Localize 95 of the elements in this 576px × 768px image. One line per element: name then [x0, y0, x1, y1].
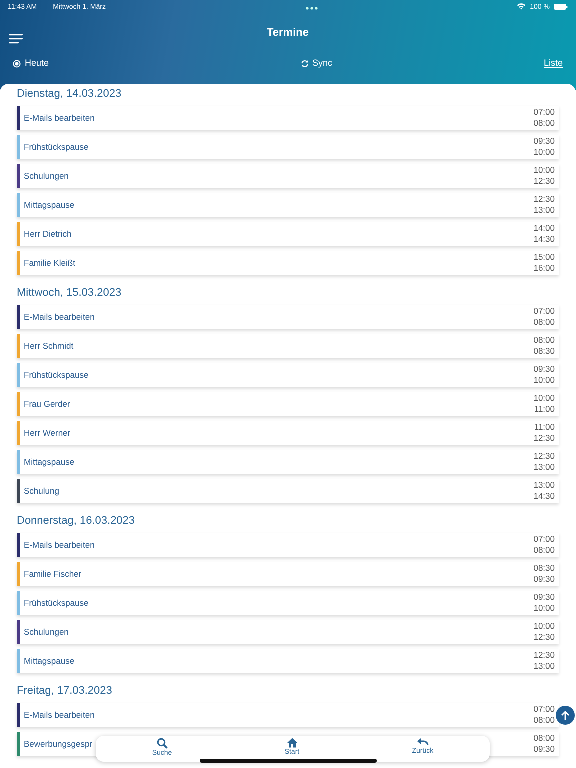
start-time: 12:30 — [534, 451, 555, 462]
start-time: 09:30 — [534, 592, 555, 603]
page-title: Termine — [267, 26, 309, 41]
search-icon — [156, 738, 168, 749]
home-icon — [286, 738, 298, 748]
end-time: 08:00 — [534, 715, 555, 726]
start-time: 10:00 — [534, 393, 555, 404]
day-heading: Mittwoch, 15.03.2023 — [17, 286, 123, 301]
appointment-item[interactable]: Frühstückspause 09:30 10:00 — [17, 135, 559, 159]
appointment-title: Frau Gerder — [24, 398, 70, 410]
appointment-item[interactable]: Schulung 13:00 14:30 — [17, 479, 559, 503]
undo-arrow-icon — [416, 738, 429, 747]
appointment-title: Frühstückspause — [24, 368, 89, 382]
appointment-title: E-Mails bearbeiten — [24, 538, 95, 552]
end-time: 12:30 — [534, 176, 555, 187]
start-time: 12:30 — [534, 194, 555, 205]
appointment-title: Schulung — [24, 484, 60, 498]
appointment-title: E-Mails bearbeiten — [24, 310, 95, 324]
appointment-item[interactable]: Familie Kleißt 15:00 16:00 — [17, 251, 559, 275]
end-time: 14:30 — [534, 491, 555, 502]
end-time: 13:00 — [534, 462, 555, 473]
end-time: 08:00 — [534, 317, 555, 328]
appointment-title: E-Mails bearbeiten — [24, 112, 95, 124]
appointment-item[interactable]: Frau Gerder 10:00 11:00 — [17, 392, 559, 416]
start-time: 08:00 — [534, 733, 555, 744]
start-time: 07:00 — [534, 704, 555, 715]
arrow-up-icon — [561, 710, 570, 720]
appointment-title: Familie Fischer — [24, 568, 82, 580]
day-heading: Donnerstag, 16.03.2023 — [17, 514, 136, 529]
appointment-item[interactable]: Schulungen 10:00 12:30 — [17, 620, 559, 644]
end-time: 10:00 — [534, 147, 555, 158]
start-time: 07:00 — [534, 107, 555, 118]
appointment-item[interactable]: E-Mails bearbeiten 07:00 08:00 — [17, 533, 559, 557]
day-heading: Freitag, 17.03.2023 — [17, 684, 114, 699]
appointment-item[interactable]: Mittagspause 12:30 13:00 — [17, 649, 559, 673]
sync-icon — [300, 60, 308, 68]
appointment-title: Mittagspause — [24, 456, 75, 468]
appointment-item[interactable]: Frühstückspause 09:30 10:00 — [17, 363, 559, 387]
appointment-item[interactable]: E-Mails bearbeiten 07:00 08:00 — [17, 703, 559, 727]
end-time: 08:00 — [534, 118, 555, 129]
appointment-title: Bewerbungsgespr — [24, 738, 93, 750]
appointment-title: Mittagspause — [24, 654, 75, 668]
start-time: 09:30 — [534, 136, 555, 147]
appointment-item[interactable]: Familie Fischer 08:30 09:30 — [17, 562, 559, 586]
appointment-title: Frühstückspause — [24, 140, 89, 154]
end-time: 14:30 — [534, 234, 555, 245]
appointment-item[interactable]: E-Mails bearbeiten 07:00 08:00 — [17, 305, 559, 329]
day-heading: Dienstag, 14.03.2023 — [17, 87, 123, 102]
end-time: 12:30 — [534, 433, 555, 444]
start-time: 07:00 — [534, 306, 555, 317]
start-time: 10:00 — [534, 165, 555, 176]
appointment-item[interactable]: Frühstückspause 09:30 10:00 — [17, 591, 559, 615]
start-time: 14:00 — [534, 223, 555, 234]
battery-icon — [554, 4, 568, 10]
appointment-item[interactable]: Herr Dietrich 14:00 14:30 — [17, 222, 559, 246]
end-time: 08:30 — [534, 346, 555, 357]
start-time: 08:00 — [534, 335, 555, 346]
start-time: 08:30 — [534, 563, 555, 574]
end-time: 12:30 — [534, 632, 555, 643]
start-time: 11:00 — [534, 422, 555, 433]
appointment-item[interactable]: Mittagspause 12:30 13:00 — [17, 193, 559, 217]
sync-button[interactable]: Sync — [300, 57, 333, 71]
appointment-title: Mittagspause — [24, 198, 75, 212]
start-time: 15:00 — [534, 252, 555, 263]
start-time: 12:30 — [534, 650, 555, 661]
start-time: 07:00 — [534, 534, 555, 545]
end-time: 09:30 — [534, 574, 555, 585]
appointment-item[interactable]: Herr Schmidt 08:00 08:30 — [17, 334, 559, 358]
appointment-title: Schulungen — [24, 170, 69, 182]
appointment-title: Familie Kleißt — [24, 256, 76, 270]
end-time: 08:00 — [534, 545, 555, 556]
end-time: 13:00 — [534, 205, 555, 216]
appointment-item[interactable]: E-Mails bearbeiten 07:00 08:00 — [17, 106, 559, 130]
appointment-item[interactable]: Herr Werner 11:00 12:30 — [17, 421, 559, 445]
end-time: 10:00 — [534, 603, 555, 614]
end-time: 13:00 — [534, 661, 555, 672]
start-time: 09:30 — [534, 364, 555, 375]
appointment-title: Herr Dietrich — [24, 228, 72, 240]
today-button[interactable]: Heute — [13, 57, 50, 71]
end-time: 09:30 — [534, 744, 555, 755]
radio-dot-icon — [13, 60, 21, 68]
start-time: 10:00 — [534, 621, 555, 632]
appointment-title: Herr Schmidt — [24, 340, 74, 352]
wifi-icon — [517, 3, 526, 10]
appointment-title: Frühstückspause — [24, 596, 89, 610]
appointment-item[interactable]: Mittagspause 12:30 13:00 — [17, 450, 559, 474]
end-time: 11:00 — [534, 404, 555, 415]
appointment-title: E-Mails bearbeiten — [24, 708, 95, 722]
appointment-item[interactable]: Schulungen 10:00 12:30 — [17, 164, 559, 188]
more-dots-icon — [306, 6, 318, 10]
end-time: 16:00 — [534, 263, 555, 274]
end-time: 10:00 — [534, 375, 555, 386]
appointment-title: Herr Werner — [24, 426, 71, 440]
start-time: 13:00 — [534, 480, 555, 491]
appointment-title: Schulungen — [24, 626, 69, 638]
